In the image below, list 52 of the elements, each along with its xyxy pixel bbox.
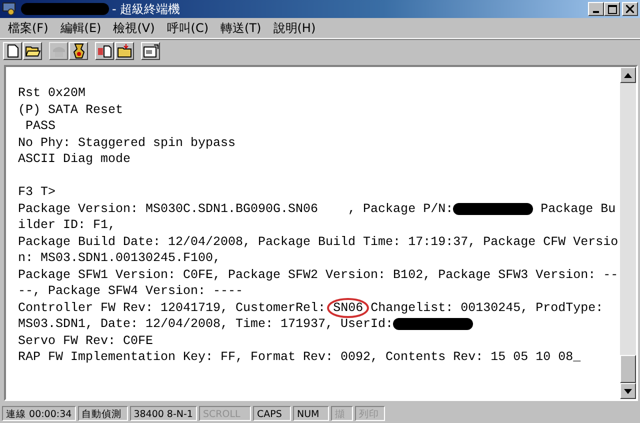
- terminal-text: Changelist: 00130245, ProdType:: [370, 300, 604, 316]
- minimize-button[interactable]: [588, 2, 604, 16]
- status-field: 連線 00:00:34: [2, 406, 76, 420]
- terminal-text: MS03.SDN1, Date: 12/04/2008, Time: 171937, UserId:: [18, 316, 394, 332]
- status-field: CAPS: [252, 406, 291, 420]
- terminal-text: Package Version: MS030C.SDN1.BG090G.SN06 , Package P/N:: [18, 200, 454, 217]
- terminal-text: Package Bu: [540, 200, 616, 217]
- close-button[interactable]: [622, 2, 638, 16]
- toolbar-button[interactable]: [69, 42, 88, 60]
- menu-item[interactable]: 檢視(V): [109, 20, 163, 36]
- terminal-text: No Phy: Staggered spin bypass: [18, 134, 236, 151]
- maximize-button[interactable]: [604, 2, 620, 16]
- toolbar-button[interactable]: [95, 42, 114, 60]
- toolbar-button[interactable]: [3, 42, 22, 60]
- menu-item[interactable]: 編輯(E): [56, 20, 110, 36]
- down-arrow-icon: [624, 388, 632, 394]
- scrollbar-thumb[interactable]: [620, 355, 636, 383]
- document-icon: [6, 44, 20, 58]
- close-icon: [626, 5, 634, 13]
- receive-file-icon: [116, 44, 132, 58]
- status-field: 自動偵測: [78, 406, 128, 420]
- circled-text: SN06: [327, 298, 370, 318]
- menu-item[interactable]: 檔案(F): [4, 20, 56, 36]
- terminal-text: Servo FW Rev: C0FE: [18, 332, 154, 349]
- terminal-text: --, Package SFW4 Version: ----: [18, 283, 244, 300]
- terminal-text: PASS: [24, 118, 56, 134]
- terminal-text: ASCII Diag mode: [18, 151, 131, 168]
- terminal-text: Controller FW Rev: 12041719, CustomerRel:: [18, 300, 327, 316]
- menu-item[interactable]: 轉送(T): [216, 20, 270, 36]
- terminal-text: Package SFW1 Version: C0FE, Package SFW2 Version: B102, Package SFW3 Version: --: [18, 266, 618, 283]
- folder-icon: [24, 44, 40, 58]
- terminal-text: Package Build Date: 12/04/2008, Package Build Time: 17:19:37, Package CFW Versio: [18, 234, 618, 250]
- terminal-text: F3 T>: [18, 184, 56, 200]
- terminal-text: Rst 0x20M: [18, 85, 86, 102]
- vertical-scrollbar[interactable]: [620, 67, 636, 399]
- send-file-icon: [96, 44, 112, 58]
- toolbar-button[interactable]: [115, 42, 134, 60]
- window-title: - 超級終端機: [112, 0, 180, 18]
- toolbar-button[interactable]: [23, 42, 42, 60]
- terminal-text: ilder ID: F1,: [18, 217, 116, 234]
- terminal-text: (P) SATA Reset: [18, 102, 124, 118]
- status-field: NUM: [292, 406, 329, 420]
- terminal-text: RAP FW Implementation Key: FF, Format Rev: 0092, Contents Rev: 15 05 10 08_: [18, 349, 581, 366]
- up-arrow-icon: [624, 72, 632, 78]
- toolbar-button[interactable]: [141, 42, 160, 60]
- terminal-text: n: MS03.SDN1.00130245.F100,: [18, 250, 221, 266]
- properties-icon: [142, 44, 158, 58]
- maximize-icon: [608, 4, 616, 14]
- menu-item[interactable]: 呼叫(C): [162, 20, 217, 36]
- telephone-icon: [50, 44, 66, 58]
- menu-item[interactable]: 說明(H): [269, 20, 324, 36]
- status-field: 38400 8-N-1: [130, 406, 197, 420]
